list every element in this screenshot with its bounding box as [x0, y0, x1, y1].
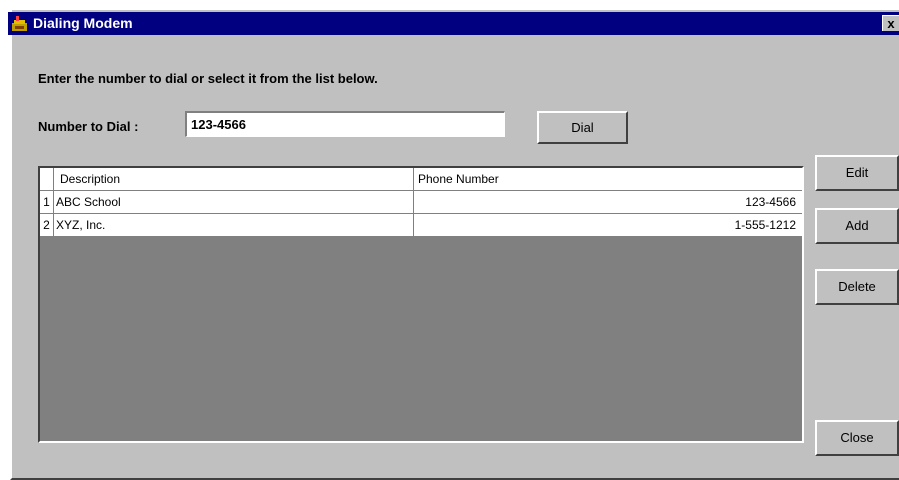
- table-row[interactable]: 2 XYZ, Inc. 1-555-1212: [40, 214, 802, 237]
- telephone-icon: [12, 16, 27, 31]
- edit-button[interactable]: Edit: [815, 155, 899, 191]
- description-cell[interactable]: ABC School: [54, 191, 414, 213]
- description-column-header[interactable]: Description: [54, 168, 414, 190]
- table-row[interactable]: 1 ABC School 123-4566: [40, 191, 802, 214]
- description-cell[interactable]: XYZ, Inc.: [54, 214, 414, 236]
- close-window-button[interactable]: x: [882, 15, 899, 31]
- phone-number-cell[interactable]: 1-555-1212: [414, 214, 802, 236]
- grid-header: Description Phone Number: [40, 168, 802, 191]
- phone-list-grid[interactable]: Description Phone Number 1 ABC School 12…: [38, 166, 804, 443]
- window-title: Dialing Modem: [33, 15, 133, 31]
- number-to-dial-input[interactable]: [185, 111, 505, 137]
- header-index-cell: [40, 168, 54, 190]
- row-index: 1: [40, 191, 54, 213]
- title-bar[interactable]: Dialing Modem x: [8, 12, 899, 35]
- number-to-dial-label: Number to Dial :: [38, 119, 139, 134]
- delete-button[interactable]: Delete: [815, 269, 899, 305]
- dial-button[interactable]: Dial: [537, 111, 628, 144]
- instruction-text: Enter the number to dial or select it fr…: [38, 71, 378, 86]
- phone-number-cell[interactable]: 123-4566: [414, 191, 802, 213]
- row-index: 2: [40, 214, 54, 236]
- phone-number-column-header[interactable]: Phone Number: [414, 168, 802, 190]
- add-button[interactable]: Add: [815, 208, 899, 244]
- close-button[interactable]: Close: [815, 420, 899, 456]
